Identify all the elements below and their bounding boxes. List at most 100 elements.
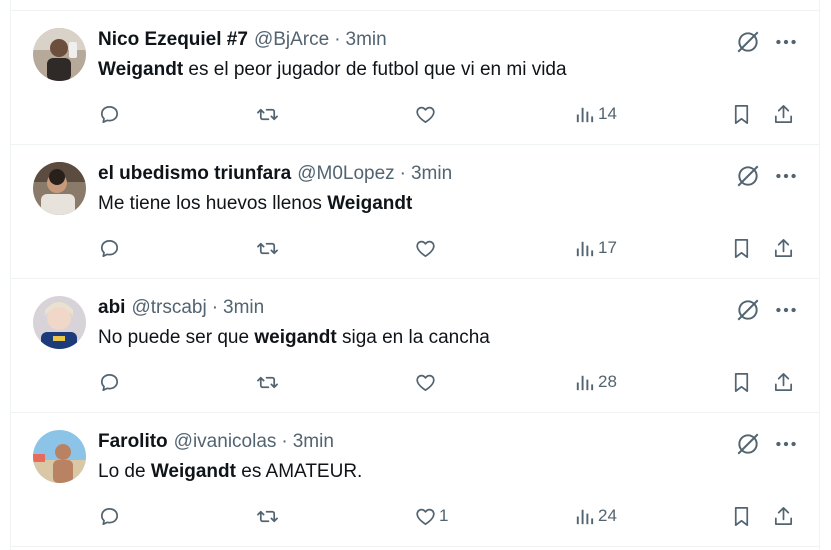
text-rest: siga en la cancha: [336, 327, 490, 348]
heart-icon: [416, 508, 435, 525]
column-border-right: [819, 0, 820, 550]
separator: ·: [399, 163, 406, 184]
text-rest: es AMATEUR.: [235, 461, 363, 482]
timestamp[interactable]: 3min: [346, 29, 387, 51]
retweet-icon: [257, 108, 278, 120]
bookmark-icon: [734, 238, 749, 258]
tweet-text: Me tiene los huevos llenos Weigandt: [98, 193, 412, 215]
more-icon[interactable]: [773, 163, 799, 189]
views-button[interactable]: 17: [573, 235, 617, 261]
share-button[interactable]: [772, 503, 795, 529]
grok-icon[interactable]: [735, 29, 761, 55]
tweet-header: el ubedismo triunfara @M0Lopez · 3min: [98, 162, 452, 186]
more-icon[interactable]: [773, 297, 799, 323]
share-icon: [774, 104, 793, 123]
avatar[interactable]: [33, 296, 86, 349]
share-button[interactable]: [772, 101, 795, 127]
timestamp[interactable]: 3min: [411, 163, 452, 185]
timestamp[interactable]: 3min: [223, 297, 264, 319]
heart-icon: [416, 374, 435, 391]
like-button[interactable]: 1: [414, 503, 448, 529]
separator: ·: [281, 431, 288, 452]
retweet-icon: [257, 510, 278, 522]
author-name[interactable]: Nico Ezequiel #7: [98, 29, 248, 51]
tweet-text: Weigandt es el peor jugador de futbol qu…: [98, 59, 567, 81]
like-count: 1: [439, 506, 449, 525]
views-button[interactable]: 24: [573, 503, 617, 529]
bookmark-button[interactable]: [730, 503, 753, 529]
tweet[interactable]: Nico Ezequiel #7 @BjArce · 3min Weigandt…: [11, 11, 819, 144]
views-count: 14: [598, 104, 617, 123]
author-handle[interactable]: @ivanicolas: [174, 431, 277, 453]
like-button[interactable]: [414, 235, 439, 261]
retweet-button[interactable]: [256, 369, 281, 395]
text-highlight: Weigandt: [98, 59, 184, 80]
bookmark-icon: [734, 506, 749, 526]
text-pre: No puede ser que: [98, 327, 255, 348]
tweet-header: abi @trscabj · 3min: [98, 296, 264, 320]
avatar[interactable]: [33, 28, 86, 81]
more-icon[interactable]: [773, 29, 799, 55]
text-pre: Me tiene los huevos llenos: [98, 193, 328, 214]
grok-icon[interactable]: [735, 297, 761, 323]
text-pre: Lo de: [98, 461, 151, 482]
like-button[interactable]: [414, 369, 439, 395]
bookmark-button[interactable]: [730, 235, 753, 261]
retweet-button[interactable]: [256, 101, 281, 127]
reply-icon: [100, 373, 119, 391]
avatar[interactable]: [33, 430, 86, 483]
reply-icon: [100, 239, 119, 257]
tweet-text: No puede ser que weigandt siga en la can…: [98, 327, 490, 349]
reply-button[interactable]: [98, 503, 123, 529]
text-highlight: weigandt: [254, 327, 337, 348]
reply-icon: [100, 105, 119, 123]
tweet[interactable]: el ubedismo triunfara @M0Lopez · 3min Me…: [11, 145, 819, 278]
separator: ·: [211, 297, 219, 318]
share-icon: [774, 238, 793, 257]
retweet-icon: [257, 376, 278, 388]
heart-icon: [416, 240, 435, 257]
bookmark-button[interactable]: [730, 101, 753, 127]
author-handle[interactable]: @trscabj: [131, 297, 206, 319]
bookmark-button[interactable]: [730, 369, 753, 395]
tweet-header: Nico Ezequiel #7 @BjArce · 3min: [98, 28, 387, 52]
views-icon: [576, 375, 594, 390]
divider: [10, 546, 820, 547]
author-name[interactable]: abi: [98, 297, 125, 319]
text-highlight: Weigandt: [327, 193, 413, 214]
reply-icon: [100, 507, 119, 525]
reply-button[interactable]: [98, 369, 123, 395]
retweet-button[interactable]: [256, 503, 281, 529]
views-count: 17: [598, 238, 617, 257]
author-name[interactable]: el ubedismo triunfara: [98, 163, 291, 185]
avatar[interactable]: [33, 162, 86, 215]
views-button[interactable]: 14: [573, 101, 617, 127]
reply-button[interactable]: [98, 101, 123, 127]
more-icon[interactable]: [773, 431, 799, 457]
like-button[interactable]: [414, 101, 439, 127]
retweet-button[interactable]: [256, 235, 281, 261]
author-handle[interactable]: @M0Lopez: [297, 163, 394, 185]
author-name[interactable]: Farolito: [98, 431, 168, 453]
views-icon: [576, 241, 594, 256]
bookmark-icon: [734, 372, 749, 392]
views-count: 24: [598, 506, 617, 525]
share-icon: [774, 372, 793, 391]
grok-icon[interactable]: [735, 163, 761, 189]
grok-icon[interactable]: [735, 431, 761, 457]
views-count: 28: [598, 372, 617, 391]
retweet-icon: [257, 242, 278, 254]
share-button[interactable]: [772, 369, 795, 395]
separator: ·: [334, 29, 341, 50]
bookmark-icon: [734, 104, 749, 124]
author-handle[interactable]: @BjArce: [254, 29, 329, 51]
tweet[interactable]: abi @trscabj · 3min No puede ser que wei…: [11, 279, 819, 412]
timestamp[interactable]: 3min: [293, 431, 334, 453]
reply-button[interactable]: [98, 235, 123, 261]
text-rest: es el peor jugador de futbol que vi en m…: [183, 59, 567, 80]
tweet[interactable]: Farolito @ivanicolas · 3min Lo de Weigan…: [11, 413, 819, 546]
share-icon: [774, 506, 793, 525]
share-button[interactable]: [772, 235, 795, 261]
views-button[interactable]: 28: [573, 369, 617, 395]
views-icon: [576, 107, 594, 122]
